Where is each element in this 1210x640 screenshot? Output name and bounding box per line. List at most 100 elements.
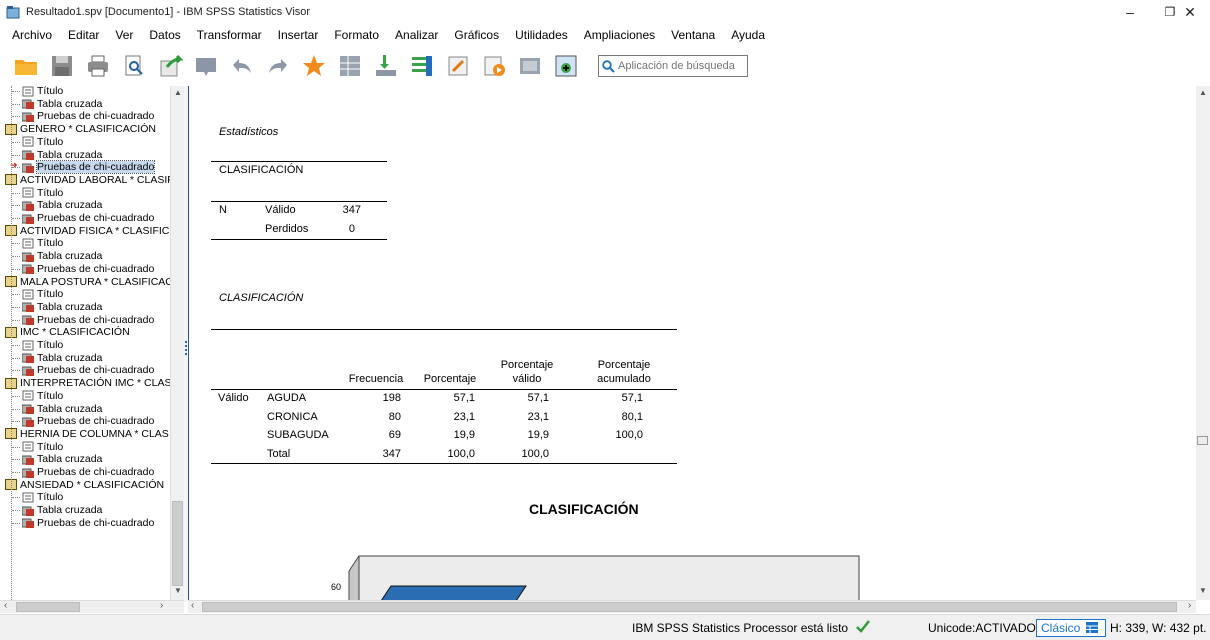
menu-analizar[interactable]: Analizar — [387, 28, 446, 42]
pivot-table-icon — [21, 251, 34, 262]
bar-chart — [348, 555, 860, 600]
menu-ampliaciones[interactable]: Ampliaciones — [576, 28, 663, 42]
menu-transformar[interactable]: Transformar — [189, 28, 270, 42]
pivot-table-icon — [21, 467, 34, 478]
outline-item-label: Pruebas de chi-cuadrado — [37, 516, 155, 529]
outline-item-label: Pruebas de chi-cuadrado — [37, 110, 155, 123]
outline-item-label: Título — [37, 186, 64, 199]
outline-item-label: Título — [37, 389, 64, 402]
chart-title: CLASIFICACIÓN — [529, 501, 639, 517]
menu-ayuda[interactable]: Ayuda — [723, 28, 773, 42]
content-scrollbar[interactable]: ▲ ▼ — [1196, 86, 1210, 600]
stats-variable-header: CLASIFICACIÓN — [219, 164, 304, 176]
freq-row-frecuencia: 198 — [382, 392, 401, 404]
pivot-table-icon — [21, 517, 34, 529]
freq-row-frecuencia: 69 — [388, 429, 401, 441]
outline-item-label: Título — [37, 288, 64, 301]
classic-mode-toggle[interactable]: Clásico — [1036, 619, 1106, 637]
content-scroll-right-icon[interactable]: › — [1188, 600, 1191, 611]
classic-mode-label: Clásico — [1041, 621, 1081, 635]
scroll-right-arrow-icon[interactable]: › — [160, 600, 163, 611]
pivot-table-icon — [21, 365, 34, 376]
toolbar — [0, 46, 1210, 86]
outline-hscrollbar[interactable]: ‹ › — [0, 600, 184, 613]
pivot-table-icon — [21, 505, 34, 516]
designate-window-icon[interactable] — [444, 52, 472, 80]
pivot-table-icon — [21, 162, 34, 173]
dialog-recall-icon[interactable] — [192, 52, 220, 80]
print-icon[interactable] — [84, 52, 112, 80]
outline-item-label: Pruebas de chi-cuadrado — [37, 415, 155, 428]
freq-row-label: CRONICA — [267, 410, 318, 423]
minimize-button[interactable]: – — [1110, 0, 1150, 24]
outline-item-label: Título — [37, 86, 64, 97]
content-hscrollbar[interactable]: ‹ › — [188, 600, 1196, 613]
print-preview-icon[interactable] — [120, 52, 148, 80]
content-scroll-down-icon[interactable]: ▼ — [1199, 586, 1207, 595]
close-button[interactable]: ✕ — [1170, 0, 1210, 24]
outline-scrollbar[interactable]: ▲ ▼ — [170, 86, 184, 600]
open-folder-icon[interactable] — [12, 52, 40, 80]
menu-editar[interactable]: Editar — [60, 28, 107, 42]
menu-ver[interactable]: Ver — [107, 28, 141, 42]
freq-row-label: Total — [267, 447, 291, 460]
content-scroll-up-icon[interactable]: ▲ — [1199, 88, 1207, 97]
freq-row-label: AGUDA — [267, 392, 307, 404]
processor-ready-icon — [856, 619, 870, 636]
outline-item-label: Tabla cruzada — [37, 504, 103, 517]
outline-scroll-thumb[interactable] — [172, 501, 183, 586]
stats-n-label: N — [219, 204, 227, 216]
freq-header-valid-line1: Porcentaje — [500, 359, 554, 371]
undo-icon[interactable] — [228, 52, 256, 80]
scroll-down-arrow-icon[interactable]: ▼ — [174, 586, 182, 595]
outline-item-label: Pruebas de chi-cuadrado — [37, 466, 155, 478]
pivot-table-icon — [21, 352, 34, 364]
add-output-icon[interactable] — [552, 52, 580, 80]
search-input[interactable] — [618, 60, 743, 72]
insert-variable-icon[interactable] — [372, 52, 400, 80]
title-bar: Resultado1.spv [Documento1] - IBM SPSS S… — [0, 0, 1210, 24]
menu-archivo[interactable]: Archivo — [4, 28, 60, 42]
goto-data-icon[interactable] — [300, 52, 328, 80]
spss-app-icon — [6, 5, 20, 19]
freq-table-title: CLASIFICACIÓN — [219, 292, 304, 304]
content-scroll-thumb[interactable] — [1197, 436, 1208, 445]
scroll-left-arrow-icon[interactable]: ‹ — [4, 600, 7, 611]
freq-row-label: SUBAGUDA — [267, 429, 329, 441]
goto-case-icon[interactable] — [336, 52, 364, 80]
export-icon[interactable] — [156, 52, 184, 80]
redo-icon[interactable] — [264, 52, 292, 80]
outline-item-label: ANSIEDAD * CLASIFICACIÓN — [20, 478, 165, 491]
freq-row-porcentaje: 100,0 — [447, 447, 475, 460]
freq-row-frecuencia: 347 — [382, 447, 401, 460]
title-icon — [22, 441, 34, 452]
show-hide-icon[interactable] — [516, 52, 544, 80]
menu-formato[interactable]: Formato — [326, 28, 387, 42]
content-hscroll-thumb[interactable] — [202, 602, 1177, 612]
outline-item-label: HERNIA DE COLUMNA * CLAS — [20, 427, 169, 440]
stats-table-title: Estadísticos — [219, 126, 279, 138]
outline-item[interactable]: Pruebas de chi-cuadrado — [12, 516, 155, 530]
stats-valid-label: Válido — [265, 204, 296, 216]
scroll-up-arrow-icon[interactable]: ▲ — [174, 88, 182, 97]
variables-icon[interactable] — [408, 52, 436, 80]
menu-graficos[interactable]: Gráficos — [446, 28, 507, 42]
title-icon — [22, 492, 34, 503]
outline-item-label: Tabla cruzada — [37, 453, 103, 466]
menu-insertar[interactable]: Insertar — [270, 28, 327, 42]
outline-hscroll-thumb[interactable] — [16, 602, 80, 612]
save-icon[interactable] — [48, 52, 76, 80]
freq-row-cum: 100,0 — [615, 429, 643, 441]
run-script-icon[interactable] — [480, 52, 508, 80]
search-icon — [602, 59, 615, 73]
outline-item-label: ACTIVIDAD LABORAL * CLASIF — [20, 173, 174, 186]
freq-row-valid: 57,1 — [527, 392, 549, 404]
title-icon — [22, 238, 34, 249]
search-box[interactable] — [598, 55, 748, 77]
menu-datos[interactable]: Datos — [141, 28, 188, 42]
content-scroll-left-icon[interactable]: ‹ — [191, 600, 194, 611]
outline-item-label: Pruebas de chi-cuadrado — [37, 262, 155, 275]
menu-ventana[interactable]: Ventana — [663, 28, 723, 42]
freq-header-cum-line2: acumulado — [597, 373, 651, 385]
menu-utilidades[interactable]: Utilidades — [507, 28, 576, 42]
